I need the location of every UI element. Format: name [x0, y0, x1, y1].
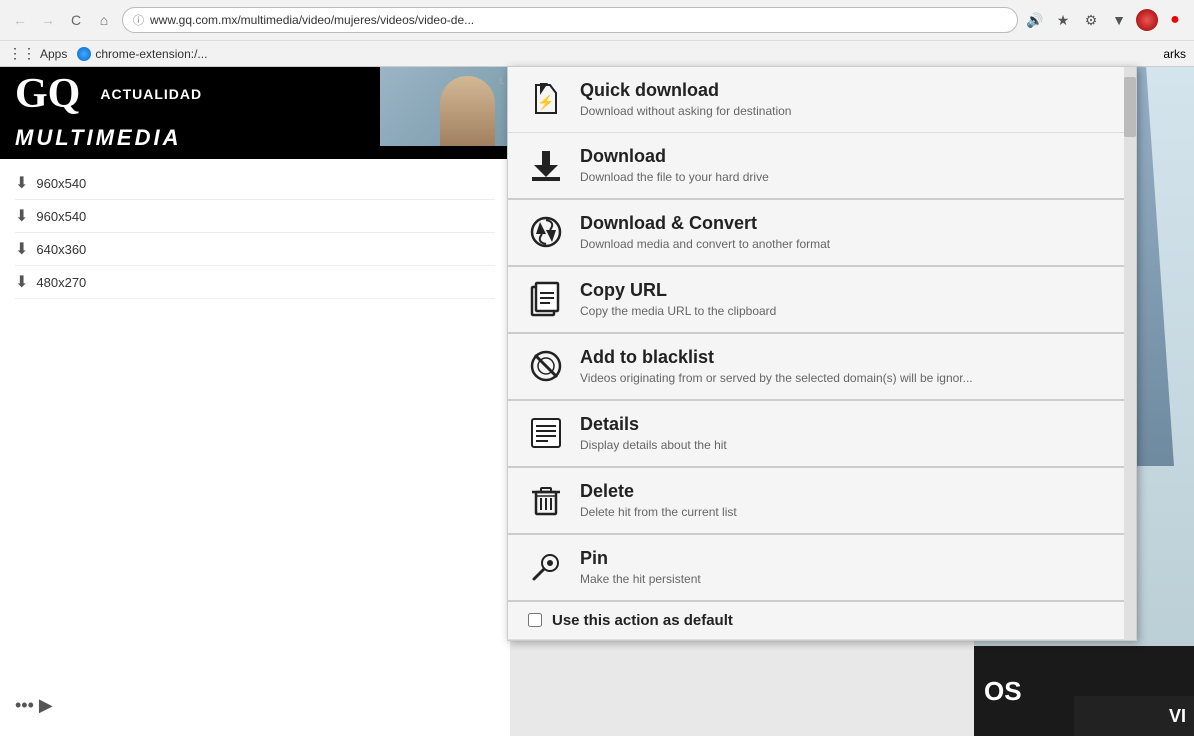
video-list: ⬇ 960x540 ⬇ 960x540 ⬇ 640x360 ⬇ 480x270	[0, 159, 510, 307]
bookmarks-end-label: arks	[1163, 47, 1186, 61]
download-item[interactable]: Download Download the file to your hard …	[508, 133, 1136, 200]
download-convert-icon	[528, 214, 564, 250]
avatar-icon[interactable]	[1136, 9, 1158, 31]
nav-buttons: ← → C ⌂	[8, 8, 116, 32]
forward-button[interactable]: →	[36, 8, 60, 32]
blacklist-text: Add to blacklist Videos originating from…	[580, 346, 1116, 387]
quick-download-item[interactable]: ⚡ Quick download Download without asking…	[508, 67, 1136, 133]
blacklist-subtitle: Videos originating from or served by the…	[580, 371, 1116, 387]
download-convert-text: Download & Convert Download media and co…	[580, 212, 1116, 253]
gq-nav: ACTUALIDAD	[100, 86, 202, 102]
details-text: Details Display details about the hit	[580, 413, 1116, 454]
pin-item[interactable]: Pin Make the hit persistent	[508, 535, 1136, 602]
quick-download-title: Quick download	[580, 79, 1116, 102]
details-title: Details	[580, 413, 1116, 436]
download-icon: ⬇	[15, 239, 28, 259]
thumbnail-preview: L	[380, 66, 510, 146]
copy-url-icon	[528, 281, 564, 317]
more-button[interactable]: ••• ▶	[15, 695, 53, 716]
url-text: www.gq.com.mx/multimedia/video/mujeres/v…	[150, 13, 474, 27]
browser-toolbar: ← → C ⌂ ⓘ www.gq.com.mx/multimedia/video…	[0, 0, 1194, 40]
reload-button[interactable]: C	[64, 8, 88, 32]
website-content: L GQ ACTUALIDAD MULTIMEDIA ⬇ 960x540 ⬇ 9…	[0, 66, 510, 736]
video-resolution-label: 960x540	[36, 209, 86, 224]
delete-item[interactable]: Delete Delete hit from the current list	[508, 468, 1136, 535]
download-text: Download Download the file to your hard …	[580, 145, 1116, 186]
blacklist-item[interactable]: Add to blacklist Videos originating from…	[508, 334, 1136, 401]
bookmark-star-icon[interactable]: ★	[1052, 9, 1074, 31]
pin-title: Pin	[580, 547, 1116, 570]
copy-url-text: Copy URL Copy the media URL to the clipb…	[580, 279, 1116, 320]
download-icon: ⬇	[15, 206, 28, 226]
pin-text: Pin Make the hit persistent	[580, 547, 1116, 588]
download-icon: ⬇	[15, 272, 28, 292]
filter-icon[interactable]: ▼	[1108, 9, 1130, 31]
copy-url-title: Copy URL	[580, 279, 1116, 302]
delete-title: Delete	[580, 480, 1116, 503]
details-item[interactable]: Details Display details about the hit	[508, 401, 1136, 468]
download-icon: ⬇	[15, 173, 28, 193]
delete-text: Delete Delete hit from the current list	[580, 480, 1116, 521]
download-subtitle: Download the file to your hard drive	[580, 170, 1116, 186]
default-action-label: Use this action as default	[552, 612, 733, 629]
audio-icon[interactable]: 🔊	[1024, 9, 1046, 31]
list-item[interactable]: ⬇ 480x270	[15, 266, 495, 299]
download-title: Download	[580, 145, 1116, 168]
pin-icon	[528, 549, 564, 585]
default-action-row[interactable]: Use this action as default	[508, 602, 1136, 640]
address-bar[interactable]: ⓘ www.gq.com.mx/multimedia/video/mujeres…	[122, 7, 1018, 33]
delete-subtitle: Delete hit from the current list	[580, 505, 1116, 521]
video-resolution-label: 960x540	[36, 176, 86, 191]
video-resolution-label: 480x270	[36, 275, 86, 290]
download-convert-subtitle: Download media and convert to another fo…	[580, 237, 1116, 253]
back-button[interactable]: ←	[8, 8, 32, 32]
quick-download-text: Quick download Download without asking f…	[580, 79, 1116, 120]
download-icon	[528, 147, 564, 183]
blacklist-title: Add to blacklist	[580, 346, 1116, 369]
quick-download-subtitle: Download without asking for destination	[580, 104, 1116, 120]
toolbar-icons: 🔊 ★ ⚙ ▼ ●	[1024, 9, 1186, 31]
svg-text:⚡: ⚡	[537, 94, 554, 111]
secure-icon: ⓘ	[133, 12, 144, 28]
bookmark-apps[interactable]: ⋮⋮ Apps	[8, 45, 67, 62]
download-convert-title: Download & Convert	[580, 212, 1116, 235]
details-subtitle: Display details about the hit	[580, 438, 1116, 454]
list-item[interactable]: ⬇ 960x540	[15, 200, 495, 233]
home-button[interactable]: ⌂	[92, 8, 116, 32]
default-action-checkbox[interactable]	[528, 613, 542, 627]
menu-icon[interactable]: ●	[1164, 9, 1186, 31]
extension-icon[interactable]: ⚙	[1080, 9, 1102, 31]
scrollbar[interactable]	[1124, 67, 1136, 640]
video-resolution-label: 640x360	[36, 242, 86, 257]
list-item[interactable]: ⬇ 960x540	[15, 167, 495, 200]
scrollbar-thumb[interactable]	[1124, 77, 1136, 137]
quick-download-icon: ⚡	[528, 81, 564, 117]
copy-url-item[interactable]: Copy URL Copy the media URL to the clipb…	[508, 267, 1136, 334]
pin-subtitle: Make the hit persistent	[580, 572, 1116, 588]
more-label: ••• ▶	[15, 695, 53, 716]
context-menu: ⚡ Quick download Download without asking…	[507, 66, 1137, 641]
extension-label: chrome-extension:/...	[95, 47, 207, 61]
copy-url-subtitle: Copy the media URL to the clipboard	[580, 304, 1116, 320]
bookmark-extension[interactable]: chrome-extension:/...	[77, 47, 207, 61]
bookmarks-bar: ⋮⋮ Apps chrome-extension:/... arks	[0, 40, 1194, 66]
delete-icon	[528, 482, 564, 518]
gq-logo: GQ	[15, 73, 80, 115]
details-icon	[528, 415, 564, 451]
list-item[interactable]: ⬇ 640x360	[15, 233, 495, 266]
blacklist-icon	[528, 348, 564, 384]
apps-label: Apps	[40, 47, 67, 61]
download-convert-item[interactable]: Download & Convert Download media and co…	[508, 200, 1136, 267]
browser-chrome: ← → C ⌂ ⓘ www.gq.com.mx/multimedia/video…	[0, 0, 1194, 67]
